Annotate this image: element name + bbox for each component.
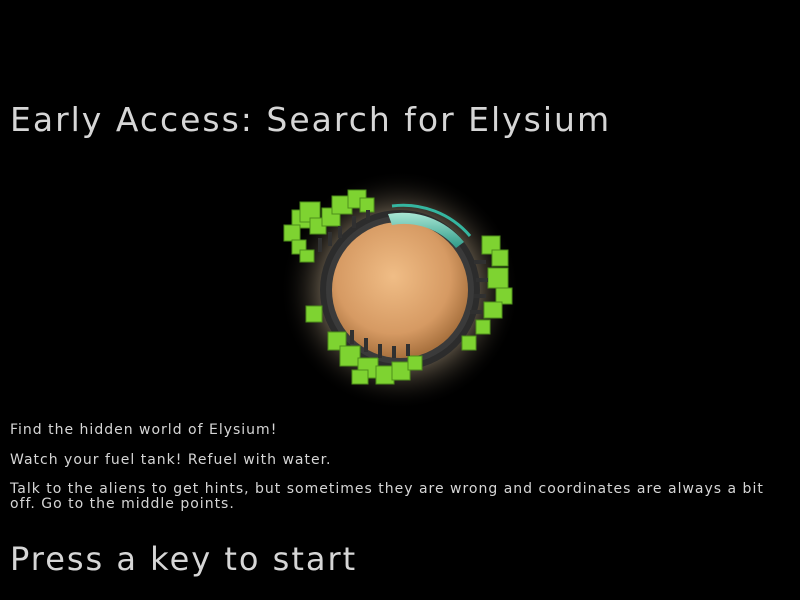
press-key-prompt[interactable]: Press a key to start [10,540,357,578]
instruction-find-elysium: Find the hidden world of Elysium! [10,422,278,438]
instruction-fuel: Watch your fuel tank! Refuel with water. [10,452,332,468]
planet-icon [270,170,530,420]
instruction-aliens: Talk to the aliens to get hints, but som… [10,481,764,512]
game-title: Early Access: Search for Elysium [10,100,612,139]
